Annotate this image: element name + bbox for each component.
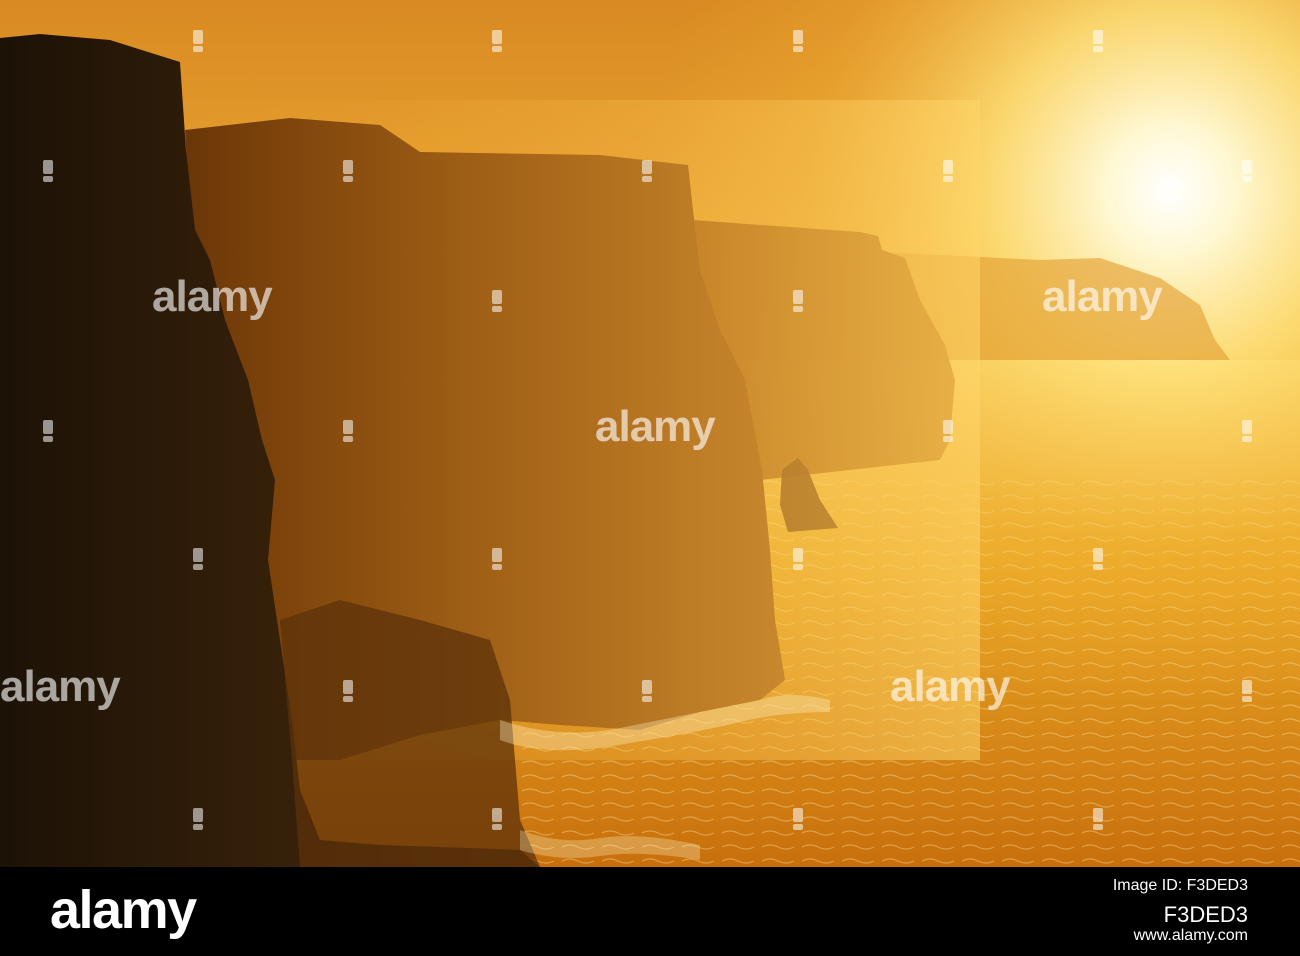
watermark-mark-icon (1093, 808, 1103, 830)
watermark-mark-icon (793, 30, 803, 52)
watermark-text: alamy (890, 662, 1011, 711)
image-id-label: Image ID: F3DED3 (1112, 877, 1248, 894)
site-url: www.alamy.com (1133, 927, 1248, 944)
watermark-mark-icon (343, 420, 353, 442)
watermark-mark-icon (1093, 30, 1103, 52)
watermark-mark-icon (793, 808, 803, 830)
footer-bar: alamy Image ID: F3DED3 F3DED3 www.alamy.… (0, 867, 1300, 956)
watermark-mark-icon (492, 548, 502, 570)
watermark-mark-icon (1242, 160, 1252, 182)
image-code: F3DED3 (1163, 902, 1248, 927)
watermark-text: alamy (1042, 272, 1163, 321)
watermark-mark-icon (492, 30, 502, 52)
watermark-mark-icon (193, 808, 203, 830)
image-stage: alamy alamy alamy alamy alamy alamy Imag… (0, 0, 1300, 956)
watermark-mark-icon (1093, 548, 1103, 570)
watermark-mark-icon (1242, 680, 1252, 702)
watermark-mark-icon (1242, 420, 1252, 442)
watermark-mark-icon (642, 680, 652, 702)
photo-sunset-cliffs: alamy alamy alamy alamy alamy (0, 0, 1300, 867)
watermark-text: alamy (152, 272, 273, 321)
watermark-mark-icon (793, 290, 803, 312)
watermark-mark-icon (43, 160, 53, 182)
watermark-mark-icon (43, 420, 53, 442)
watermark-mark-icon (193, 30, 203, 52)
watermark-mark-icon (343, 680, 353, 702)
watermark-mark-icon (943, 160, 953, 182)
watermark-mark-icon (943, 420, 953, 442)
watermark-mark-icon (492, 808, 502, 830)
watermark-mark-icon (193, 548, 203, 570)
watermark-text: alamy (595, 402, 716, 451)
image-info: Image ID: F3DED3 F3DED3 www.alamy.com (980, 867, 1300, 956)
alamy-logo: alamy (50, 880, 197, 940)
watermark-mark-icon (793, 548, 803, 570)
watermark-text: alamy (0, 662, 121, 711)
watermark-mark-icon (642, 160, 652, 182)
watermark-mark-icon (492, 290, 502, 312)
watermark-mark-icon (343, 160, 353, 182)
